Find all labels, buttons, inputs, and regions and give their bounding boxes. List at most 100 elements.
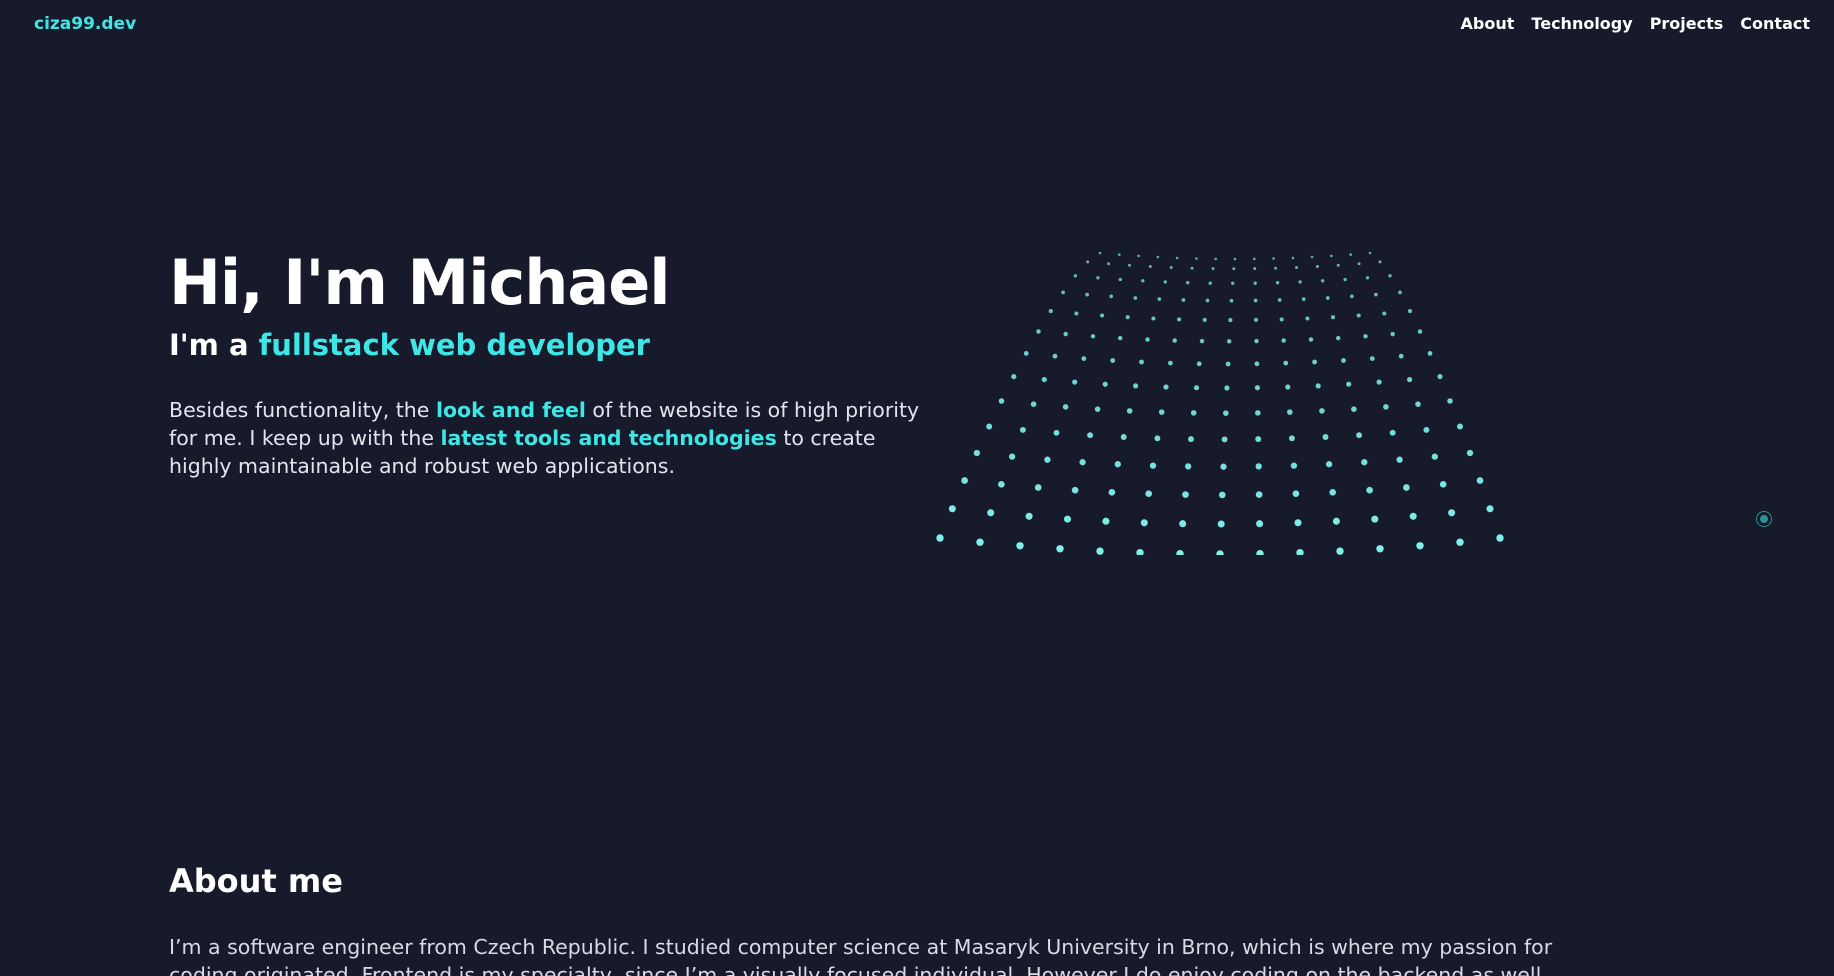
wave-dot bbox=[1019, 426, 1026, 433]
hero-title: Hi, I'm Michael bbox=[169, 246, 670, 319]
scroll-dot-icon[interactable] bbox=[1756, 511, 1772, 527]
hero-subtitle: I'm a fullstack web developer bbox=[169, 328, 650, 362]
wave-dot bbox=[1389, 429, 1396, 436]
wave-dot bbox=[1378, 260, 1382, 264]
wave-dot bbox=[1254, 338, 1259, 344]
wave-dot bbox=[1195, 257, 1198, 260]
nav-link-technology[interactable]: Technology bbox=[1531, 14, 1632, 33]
wave-dot bbox=[1398, 290, 1402, 295]
wave-dot bbox=[1332, 517, 1340, 525]
wave-dot bbox=[1231, 281, 1235, 285]
wave-dot bbox=[1087, 432, 1094, 439]
wave-dot bbox=[1383, 404, 1389, 410]
nav-link-contact[interactable]: Contact bbox=[1740, 14, 1810, 33]
wave-dot bbox=[1072, 379, 1078, 385]
nav-link-projects[interactable]: Projects bbox=[1650, 14, 1724, 33]
wave-dot bbox=[1363, 334, 1368, 339]
wave-dot bbox=[1118, 277, 1122, 282]
wave-dot bbox=[948, 505, 956, 513]
wave-dot bbox=[1256, 550, 1264, 555]
wave-dot bbox=[1255, 463, 1262, 470]
wave-dot bbox=[1036, 329, 1041, 334]
wave-dot bbox=[1457, 423, 1463, 430]
wave-dot bbox=[1114, 461, 1121, 468]
wave-dot bbox=[1351, 406, 1357, 412]
wave-dot bbox=[1154, 435, 1161, 442]
wave-dot bbox=[1186, 281, 1190, 285]
wave-dot bbox=[1221, 436, 1228, 443]
wave-dot bbox=[1296, 549, 1304, 555]
wave-dot bbox=[1233, 257, 1237, 261]
wave-dot bbox=[1199, 338, 1205, 344]
wave-dot bbox=[1398, 353, 1404, 359]
wave-dot bbox=[1253, 298, 1258, 303]
wave-dot bbox=[998, 480, 1005, 488]
wave-dot bbox=[1228, 318, 1233, 323]
nav-links: About Technology Projects Contact bbox=[1461, 14, 1810, 33]
hero-desc-accent-2: latest tools and technologies bbox=[440, 426, 777, 450]
wave-dot bbox=[1376, 379, 1382, 385]
wave-dot bbox=[1290, 462, 1298, 469]
wave-dot bbox=[1308, 337, 1314, 342]
wave-dot bbox=[1208, 281, 1212, 285]
wave-dot bbox=[1253, 257, 1256, 261]
wave-dot bbox=[1388, 274, 1392, 278]
wave-dot bbox=[1356, 313, 1361, 318]
wave-dot bbox=[1294, 519, 1302, 527]
wave-dot bbox=[1158, 409, 1165, 415]
wave-dot bbox=[1356, 432, 1363, 439]
wave-dot bbox=[1281, 338, 1286, 343]
wave-dot bbox=[1322, 434, 1329, 440]
wave-dot bbox=[1034, 484, 1042, 491]
wave-dot bbox=[1126, 408, 1133, 414]
wave-dot bbox=[1439, 480, 1447, 488]
wave-dot bbox=[1214, 257, 1217, 261]
wave-dot bbox=[1145, 337, 1150, 342]
wave-dot bbox=[1169, 266, 1173, 269]
wave-dot bbox=[1279, 317, 1284, 322]
wave-dot bbox=[1182, 491, 1189, 498]
wave-dot bbox=[1325, 461, 1333, 468]
wave-dot bbox=[1053, 429, 1060, 436]
nav-link-about[interactable]: About bbox=[1461, 14, 1515, 33]
site-logo[interactable]: ciza99.dev bbox=[34, 14, 136, 34]
wave-dot bbox=[1287, 409, 1293, 415]
wave-dot bbox=[1062, 404, 1069, 410]
wave-dot bbox=[1167, 360, 1173, 366]
wave-dot bbox=[1016, 542, 1024, 550]
wave-dot bbox=[1011, 374, 1017, 380]
wave-dot bbox=[936, 534, 944, 542]
wave-dot bbox=[1061, 290, 1065, 295]
wave-dot bbox=[1125, 315, 1130, 320]
wave-dot bbox=[1151, 316, 1156, 321]
wave-dot bbox=[1376, 545, 1384, 553]
wave-dot bbox=[1365, 276, 1370, 280]
wave-dot bbox=[1223, 410, 1229, 416]
wave-dot bbox=[976, 538, 984, 546]
wave-dot bbox=[1120, 434, 1127, 440]
wave-dot bbox=[1188, 436, 1194, 443]
wave-dot bbox=[1196, 361, 1202, 367]
wave-dot bbox=[1292, 490, 1300, 498]
wave-dot bbox=[1346, 381, 1352, 387]
wave-dot bbox=[1090, 334, 1096, 339]
about-title: About me bbox=[169, 862, 343, 900]
wave-dot bbox=[1102, 381, 1108, 387]
wave-dot bbox=[1211, 267, 1215, 271]
wave-dot bbox=[1312, 359, 1318, 365]
wave-dot bbox=[1437, 374, 1443, 380]
wave-dot bbox=[998, 398, 1005, 404]
wave-dot bbox=[1156, 255, 1160, 259]
wave-dot bbox=[1008, 453, 1016, 460]
wave-dot bbox=[1325, 296, 1330, 300]
wave-dot bbox=[1476, 477, 1484, 484]
wave-dot bbox=[1254, 385, 1260, 391]
wave-dot bbox=[1288, 435, 1295, 442]
wave-dot bbox=[1172, 338, 1177, 343]
wave-dot bbox=[1056, 545, 1064, 553]
wave-dot bbox=[1301, 297, 1306, 301]
wave-dot bbox=[1181, 298, 1186, 302]
wave-dot bbox=[1466, 449, 1474, 457]
wave-dot bbox=[1277, 298, 1282, 302]
wave-dot bbox=[1052, 353, 1058, 359]
